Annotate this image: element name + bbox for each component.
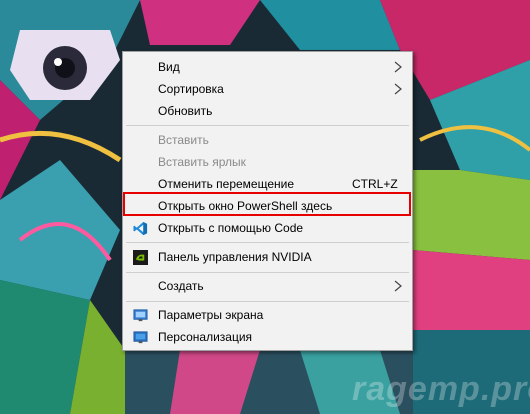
menu-item-create-label: Создать <box>158 279 204 293</box>
menu-item-sort-label: Сортировка <box>158 82 224 96</box>
menu-item-refresh[interactable]: Обновить <box>123 100 412 122</box>
vscode-icon <box>133 221 148 236</box>
highlight-frame <box>123 192 411 216</box>
watermark: ragemp.pro <box>352 370 530 408</box>
menu-item-paste-shortcut: Вставить ярлык <box>123 151 412 173</box>
menu-item-nvidia-panel-label: Панель управления NVIDIA <box>158 250 312 264</box>
menu-separator <box>126 125 409 126</box>
display-settings-icon <box>133 309 148 322</box>
menu-item-sort[interactable]: Сортировка <box>123 78 412 100</box>
menu-item-refresh-label: Обновить <box>158 104 213 118</box>
menu-item-view[interactable]: Вид <box>123 56 412 78</box>
menu-separator <box>126 301 409 302</box>
menu-item-display-settings[interactable]: Параметры экрана <box>123 304 412 326</box>
nvidia-icon <box>133 250 148 265</box>
menu-separator <box>126 242 409 243</box>
menu-item-personalization[interactable]: Персонализация <box>123 326 412 348</box>
chevron-right-icon <box>394 83 402 95</box>
menu-item-personalization-label: Персонализация <box>158 330 253 344</box>
menu-item-paste-shortcut-label: Вставить ярлык <box>158 155 246 169</box>
menu-item-paste: Вставить <box>123 129 412 151</box>
menu-separator <box>126 272 409 273</box>
menu-item-nvidia-panel[interactable]: Панель управления NVIDIA <box>123 246 412 268</box>
menu-item-display-settings-label: Параметры экрана <box>158 308 264 322</box>
menu-item-open-with-code[interactable]: Открыть с помощью Code <box>123 217 412 239</box>
chevron-right-icon <box>394 280 402 292</box>
menu-item-paste-label: Вставить <box>158 133 209 147</box>
menu-item-open-with-code-label: Открыть с помощью Code <box>158 221 304 235</box>
menu-item-view-label: Вид <box>158 60 180 74</box>
chevron-right-icon <box>394 61 402 73</box>
menu-item-create[interactable]: Создать <box>123 275 412 297</box>
personalization-icon <box>133 331 148 344</box>
